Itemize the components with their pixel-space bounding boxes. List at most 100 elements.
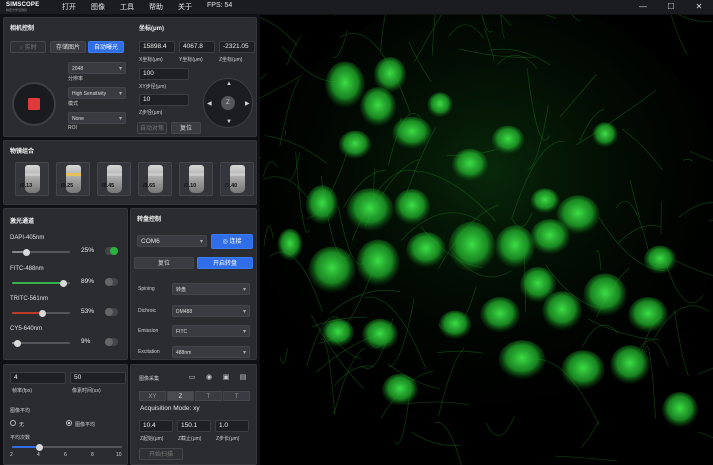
frame-rate-label: 帧率(fps) [12, 388, 33, 394]
objective-100x[interactable]: /1.40 [220, 162, 254, 196]
start-scan-button[interactable]: 开始扫描 [139, 448, 183, 460]
z-end-field[interactable]: 150.1 [177, 420, 211, 432]
y-coordinate-label: Y坐标(μm) [179, 57, 203, 63]
menu-tools[interactable]: 工具 [120, 2, 134, 12]
cell-body [360, 87, 396, 127]
menu-about[interactable]: 关于 [178, 2, 192, 12]
roi-label: ROI [68, 125, 77, 131]
arrow-down-icon[interactable]: ▼ [226, 119, 232, 125]
menu-open[interactable]: 打开 [62, 2, 76, 12]
stage-reset-button[interactable]: 复位 [171, 122, 201, 134]
cell-body [406, 232, 446, 268]
camera-panel-title: 相机控制 [10, 26, 35, 32]
laser-slider-1[interactable] [12, 279, 70, 287]
camera-icon[interactable]: ▣ [221, 373, 231, 382]
z-coordinate-label: Z坐标(μm) [219, 57, 243, 63]
close-button[interactable]: ✕ [685, 0, 713, 14]
frame-rate-field[interactable]: 4 [10, 372, 66, 384]
camera-stage-panel: 相机控制 ○ 实时 存储图片 自动曝光 2048 分辨率 High Sensit… [3, 17, 257, 137]
z-start-field[interactable]: 10.4 [139, 420, 173, 432]
x-coordinate-field[interactable]: 15898.4 [139, 41, 175, 53]
turret-row-select-0[interactable]: 转盘 [172, 283, 250, 296]
turret-panel: 转盘控制 COM6 ◎ 连接 复位 开启转盘 Spining 转盘 Dichroi… [130, 208, 257, 360]
start-disk-button[interactable]: 开启转盘 [197, 257, 253, 269]
arrow-left-icon[interactable]: ◀ [207, 100, 212, 107]
laser-slider-3[interactable] [12, 339, 70, 347]
x-coordinate-label: X坐标(μm) [139, 57, 163, 63]
average-count-slider[interactable] [12, 443, 122, 451]
turret-row-label-1: Dichroic [138, 308, 157, 314]
laser-slider-0[interactable] [12, 248, 70, 256]
arrow-right-icon[interactable]: ▶ [245, 100, 250, 107]
cell-body [561, 350, 605, 390]
cell-body [356, 239, 400, 287]
laser-toggle-2[interactable] [105, 308, 118, 316]
objective-4x[interactable]: /0.13 [15, 162, 49, 196]
turret-row-select-3[interactable]: 488nm [172, 346, 250, 359]
laser-name-2: TRITC-561nm [10, 296, 49, 302]
auto-exposure-button[interactable]: 自动曝光 [88, 41, 124, 53]
average-none-label: 无 [19, 422, 25, 428]
objective-40x[interactable]: /0.65 [138, 162, 172, 196]
auto-focus-button[interactable]: 自动对焦 [137, 122, 167, 134]
menu-help[interactable]: 帮助 [149, 2, 163, 12]
objective-60x[interactable]: /1.10 [179, 162, 213, 196]
laser-toggle-1[interactable] [105, 278, 118, 286]
com-port-select[interactable]: COM6 [137, 235, 207, 248]
mode-seg-t[interactable]: T [195, 391, 222, 401]
video-camera-icon[interactable]: ▭ [187, 373, 197, 382]
average-on-radio[interactable] [66, 420, 72, 426]
xy-step-field[interactable]: 100 [139, 68, 189, 80]
record-dial[interactable] [12, 82, 56, 126]
average-none-radio[interactable] [10, 420, 16, 426]
mode-seg-t2[interactable]: T [223, 391, 250, 401]
laser-toggle-0[interactable] [105, 247, 118, 255]
laser-panel: 激光通道 DAPI-405nm 25% FITC-488nm 89% TRITC… [3, 208, 128, 360]
snapshot-icon[interactable]: ▤ [238, 373, 248, 382]
menu-image[interactable]: 图像 [91, 2, 105, 12]
image-viewer[interactable] [260, 15, 713, 465]
z-step-size-field[interactable]: 1.0 [215, 420, 249, 432]
turret-row-label-0: Spining [138, 286, 155, 292]
y-coordinate-field[interactable]: 4067.8 [179, 41, 215, 53]
mode-select[interactable]: High Sensitivity [68, 87, 126, 100]
cell-body [662, 392, 698, 428]
cell-body [452, 148, 488, 182]
joystick-center-z[interactable]: Z [221, 96, 235, 110]
laser-percent-1: 89% [81, 278, 95, 285]
title-bar: SIMSCOPE 精密光学显微镜 打开 图像 工具 帮助 关于 FPS: 54 … [0, 0, 713, 14]
resolution-select[interactable]: 2048 [68, 62, 126, 75]
roi-select[interactable]: None [68, 112, 126, 125]
turret-row-select-2[interactable]: FITC [172, 325, 250, 338]
cell-body [382, 373, 418, 407]
resolution-label: 分辨率 [68, 76, 84, 82]
arrow-up-icon[interactable]: ▲ [226, 81, 232, 87]
turret-row-select-1[interactable]: DM488 [172, 305, 250, 318]
stage-joystick[interactable]: ▲ ▼ ◀ ▶ Z [203, 78, 253, 128]
laser-slider-2[interactable] [12, 309, 70, 317]
pixel-time-field[interactable]: 50 [70, 372, 126, 384]
cell-body [325, 61, 365, 109]
laser-percent-3: 9% [81, 338, 91, 345]
mode-seg-xy[interactable]: XY [139, 391, 166, 401]
z-step-field[interactable]: 10 [139, 94, 189, 106]
minimize-button[interactable]: — [629, 0, 657, 14]
objective-20x[interactable]: /0.45 [97, 162, 131, 196]
cell-body [610, 345, 650, 385]
laser-toggle-3[interactable] [105, 338, 118, 346]
objective-10x[interactable]: /0.25 [56, 162, 90, 196]
connect-button[interactable]: ◎ 连接 [211, 234, 253, 249]
turret-reset-button[interactable]: 复位 [134, 257, 194, 269]
cell-body [394, 189, 430, 225]
z-coordinate-field[interactable]: -2321.05 [219, 41, 255, 53]
cell-body [491, 125, 525, 155]
laser-title: 激光通道 [10, 219, 35, 225]
mode-seg-z[interactable]: Z [167, 391, 194, 401]
cell-body [592, 122, 618, 148]
record-icon[interactable]: ◉ [204, 373, 214, 382]
z-end-label: Z截止(μm) [178, 436, 202, 442]
cell-body [362, 318, 398, 352]
live-button[interactable]: ○ 实时 [10, 41, 46, 53]
maximize-button[interactable]: ☐ [657, 0, 685, 14]
save-image-button[interactable]: 存储图片 [50, 41, 86, 53]
